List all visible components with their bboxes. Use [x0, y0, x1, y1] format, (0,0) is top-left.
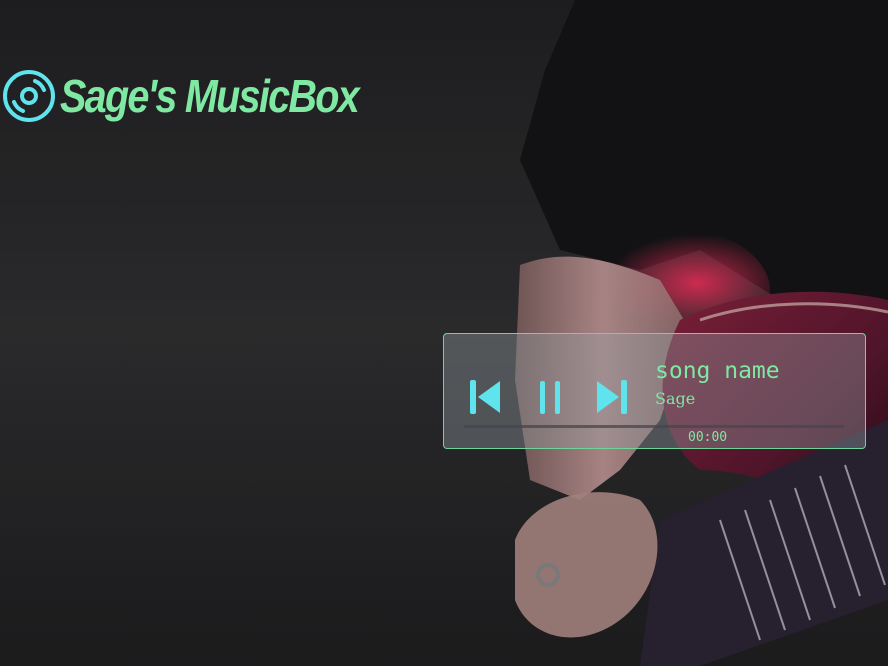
- time-display: 00:00: [688, 430, 728, 445]
- pause-icon: [540, 381, 560, 414]
- skip-previous-icon: [470, 380, 500, 414]
- page: Sage's MusicBox song name Sage 00:00: [0, 0, 888, 666]
- skip-next-icon: [597, 380, 627, 414]
- app-title: Sage's MusicBox: [60, 70, 360, 122]
- artist-name: Sage: [655, 389, 696, 408]
- brand-header: Sage's MusicBox: [2, 68, 407, 124]
- next-button[interactable]: [595, 378, 629, 416]
- progress-bar[interactable]: [464, 425, 844, 428]
- music-player: song name Sage 00:00: [443, 333, 866, 449]
- song-title: song name: [655, 358, 780, 384]
- previous-button[interactable]: [468, 378, 502, 416]
- pause-button[interactable]: [534, 378, 568, 416]
- vinyl-disc-icon: [2, 69, 56, 123]
